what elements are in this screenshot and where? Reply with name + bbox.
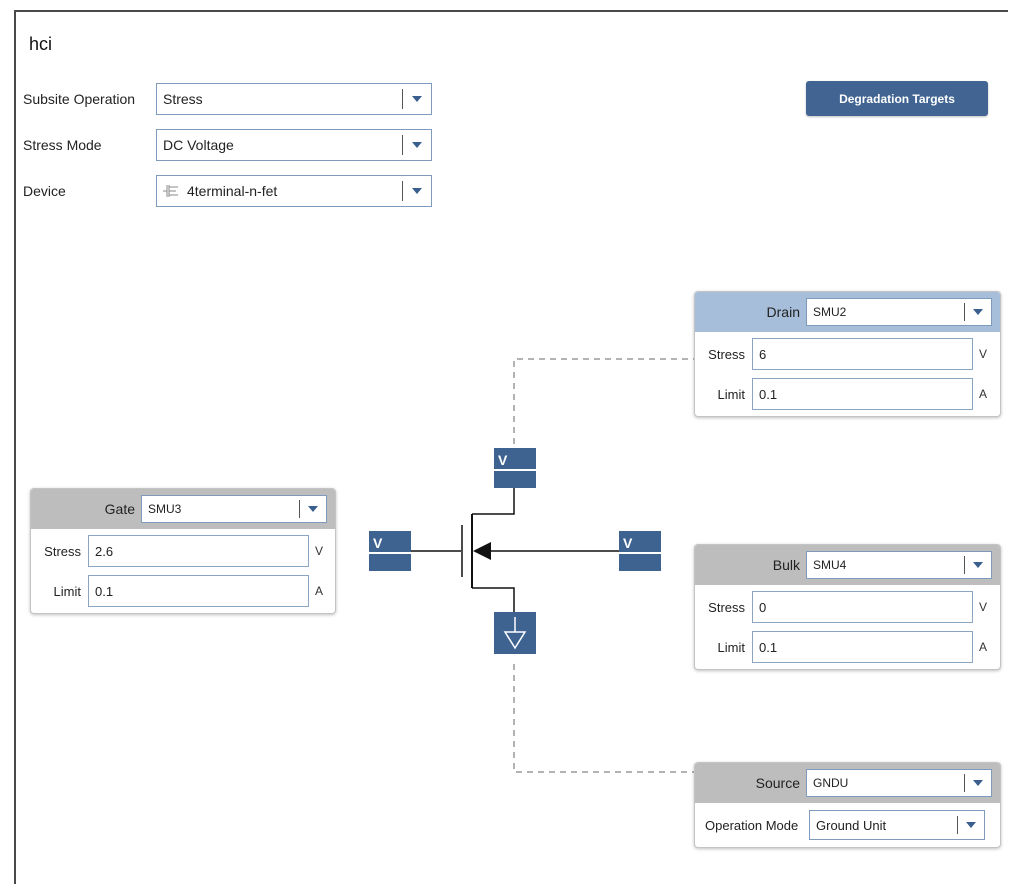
gate-title: Gate: [104, 501, 135, 517]
drain-title: Drain: [766, 304, 800, 320]
gate-panel: Gate SMU3 Stress 2.6 V Limit 0.1 A: [30, 488, 336, 614]
operation-mode-value: Ground Unit: [816, 817, 887, 833]
bulk-limit-row: Limit 0.1 A: [701, 631, 987, 663]
bulk-limit-unit: A: [979, 640, 988, 654]
gate-smu-select[interactable]: SMU3: [141, 495, 327, 523]
gate-smu-value: SMU3: [148, 502, 182, 516]
gate-stress-row: Stress 2.6 V: [37, 535, 323, 567]
transistor-schematic: V V V: [369, 358, 694, 773]
drain-lead: [472, 488, 515, 515]
chevron-down-icon[interactable]: [958, 811, 984, 839]
bulk-limit-input[interactable]: 0.1: [752, 631, 973, 663]
drain-connector-line: [513, 358, 694, 444]
gate-voltage-source-icon: V: [369, 531, 411, 571]
gate-stress-label: Stress: [44, 543, 81, 559]
drain-stress-input[interactable]: 6: [752, 338, 973, 370]
source-smu-value: GNDU: [813, 776, 849, 790]
drain-stress-label: Stress: [708, 346, 745, 362]
drain-voltage-source-icon: V: [494, 448, 536, 488]
bulk-stress-unit: V: [979, 600, 988, 614]
source-panel: Source GNDU Operation Mode Ground Unit: [694, 762, 1001, 848]
drain-limit-row: Limit 0.1 A: [701, 378, 987, 410]
gate-stress-unit: V: [315, 544, 324, 558]
bulk-stress-input[interactable]: 0: [752, 591, 973, 623]
bulk-limit-label: Limit: [717, 639, 745, 655]
bulk-title: Bulk: [772, 557, 800, 573]
operation-mode-label: Operation Mode: [705, 817, 799, 833]
bulk-stress-label: Stress: [708, 599, 745, 615]
source-smu-select[interactable]: GNDU: [806, 769, 992, 797]
chevron-down-icon[interactable]: [300, 496, 326, 522]
drain-stress-unit: V: [979, 347, 988, 361]
bulk-arrow-icon: [473, 542, 491, 560]
operation-mode-select[interactable]: Ground Unit: [809, 810, 985, 840]
drain-panel: Drain SMU2 Stress 6 V Limit 0.1 A: [694, 291, 1001, 417]
gate-limit-label: Limit: [53, 583, 81, 599]
chevron-down-icon[interactable]: [965, 552, 991, 578]
bulk-smu-select[interactable]: SMU4: [806, 551, 992, 579]
source-ground-icon: [494, 612, 536, 654]
source-lead: [472, 587, 515, 612]
drain-limit-label: Limit: [717, 386, 745, 402]
gate-stress-input[interactable]: 2.6: [88, 535, 309, 567]
gate-limit-row: Limit 0.1 A: [37, 575, 323, 607]
bulk-voltage-source-icon: V: [619, 531, 661, 571]
bulk-smu-value: SMU4: [813, 558, 847, 572]
source-connector-line: [513, 664, 694, 773]
drain-limit-unit: A: [979, 387, 988, 401]
gate-limit-unit: A: [315, 584, 324, 598]
drain-smu-select[interactable]: SMU2: [806, 298, 992, 326]
bulk-panel-header: Bulk SMU4: [695, 545, 1000, 585]
bulk-panel: Bulk SMU4 Stress 0 V Limit 0.1 A: [694, 544, 1001, 670]
drain-panel-header: Drain SMU2: [695, 292, 1000, 332]
drain-smu-value: SMU2: [813, 305, 847, 319]
source-operation-mode-row: Operation Mode Ground Unit: [705, 810, 985, 840]
bulk-stress-row: Stress 0 V: [701, 591, 987, 623]
bulk-source-label: V: [623, 535, 633, 551]
drain-stress-row: Stress 6 V: [701, 338, 987, 370]
drain-source-label: V: [498, 452, 508, 468]
chevron-down-icon[interactable]: [965, 770, 991, 796]
gate-limit-input[interactable]: 0.1: [88, 575, 309, 607]
chevron-down-icon[interactable]: [965, 299, 991, 325]
gate-panel-header: Gate SMU3: [31, 489, 335, 529]
source-panel-header: Source GNDU: [695, 763, 1000, 803]
source-title: Source: [755, 775, 800, 791]
gate-source-label: V: [373, 535, 383, 551]
drain-limit-input[interactable]: 0.1: [752, 378, 973, 410]
